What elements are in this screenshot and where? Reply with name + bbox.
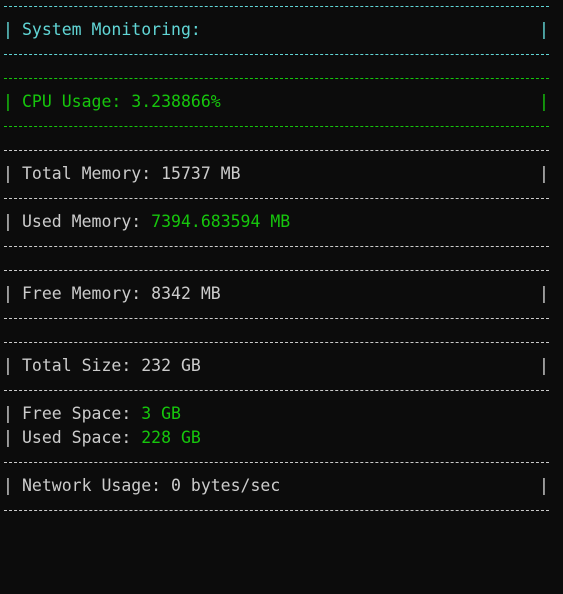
border-left: | [3,284,13,303]
cpu-usage-label: CPU Usage: [22,92,122,111]
divider [4,126,549,127]
terminal-window: | System Monitoring: | | CPU Usage: 3.23… [0,0,563,522]
border-right: | [539,476,549,495]
used-memory: Used Memory: 7394.683594 MB [22,210,290,234]
divider [4,54,549,55]
divider [4,246,549,247]
border-right: | [539,284,549,303]
title-row: | System Monitoring: | [0,18,563,42]
divider [4,78,549,79]
used-memory-value: 7394.683594 MB [151,212,291,231]
divider [4,390,549,391]
free-memory-value: 8342 MB [151,284,221,303]
free-space: Free Space: 3 GB [22,402,181,426]
total-memory-value: 15737 MB [161,164,241,183]
divider [4,342,549,343]
divider [4,510,549,511]
used-memory-label: Used Memory: [22,212,142,231]
used-space: Used Space: 228 GB [22,426,201,450]
used-space-row: | Used Space: 228 GB [0,426,563,450]
border-right: | [539,356,549,375]
border-right: | [539,20,549,39]
total-size-row: | Total Size: 232 GB | [0,354,563,378]
used-space-value: 228 GB [141,428,201,447]
total-memory-row: | Total Memory: 15737 MB | [0,162,563,186]
border-left: | [3,164,13,183]
border-left: | [3,92,13,111]
total-memory-label: Total Memory: [22,164,152,183]
border-right: | [539,164,549,183]
free-space-value: 3 GB [141,404,181,423]
cpu-row: | CPU Usage: 3.238866% | [0,90,563,114]
page-title: System Monitoring: [22,20,201,39]
free-space-row: | Free Space: 3 GB [0,402,563,426]
divider [4,198,549,199]
border-left: | [3,476,13,495]
border-right: | [539,92,549,111]
free-memory: Free Memory: 8342 MB [22,282,221,306]
border-left: | [3,428,13,447]
divider [4,462,549,463]
cpu-usage-value: 3.238866% [131,92,221,111]
network-row: | Network Usage: 0 bytes/sec | [0,474,563,498]
cpu-usage: CPU Usage: 3.238866% [22,90,221,114]
total-size: Total Size: 232 GB [22,354,201,378]
divider [4,150,549,151]
border-left: | [3,20,13,39]
divider [4,270,549,271]
free-space-label: Free Space: [22,404,132,423]
network-usage-label: Network Usage: [22,476,162,495]
free-memory-row: | Free Memory: 8342 MB | [0,282,563,306]
border-left: | [3,212,13,231]
free-memory-label: Free Memory: [22,284,142,303]
network-usage: Network Usage: 0 bytes/sec [22,474,280,498]
border-left: | [3,404,13,423]
divider [4,6,549,7]
used-memory-row: | Used Memory: 7394.683594 MB [0,210,563,234]
network-usage-value: 0 bytes/sec [171,476,281,495]
border-left: | [3,356,13,375]
total-memory: Total Memory: 15737 MB [22,162,241,186]
total-size-value: 232 GB [141,356,201,375]
total-size-label: Total Size: [22,356,132,375]
used-space-label: Used Space: [22,428,132,447]
divider [4,318,549,319]
